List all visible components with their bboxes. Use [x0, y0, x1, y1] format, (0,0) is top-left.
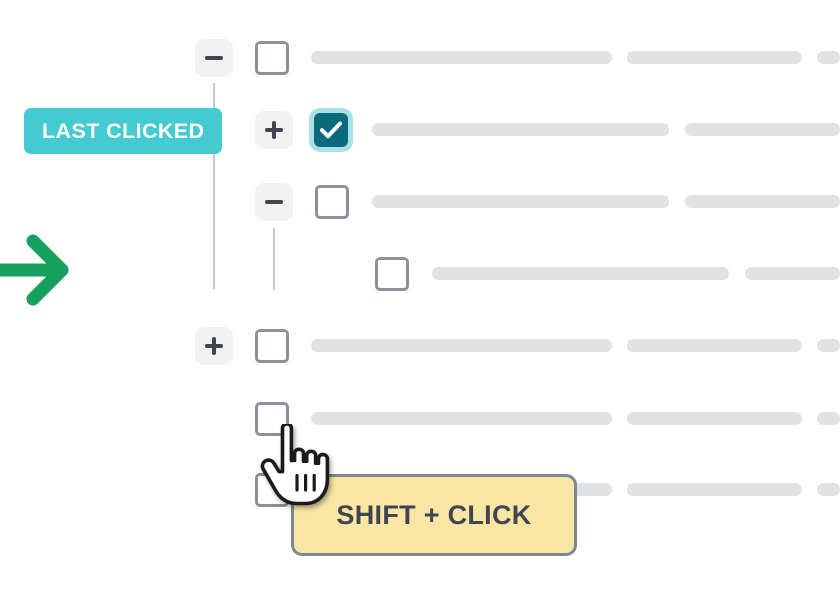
- placeholder-bar: [432, 267, 729, 280]
- collapse-toggle-icon[interactable]: [195, 39, 233, 77]
- placeholder-bar: [372, 195, 669, 208]
- placeholder-bar: [817, 412, 840, 425]
- placeholder-bar: [817, 483, 840, 496]
- row-checkbox-unchecked[interactable]: [255, 329, 289, 363]
- placeholder-bar: [627, 339, 802, 352]
- row-checkbox-unchecked[interactable]: [375, 257, 409, 291]
- last-clicked-badge: LAST CLICKED: [24, 108, 223, 154]
- placeholder-bar: [817, 339, 840, 352]
- pointing-hand-cursor: [258, 422, 336, 513]
- table-row: [0, 393, 840, 445]
- row-checkbox-unchecked[interactable]: [255, 41, 289, 75]
- placeholder-bar: [627, 483, 802, 496]
- row-checkbox-checked[interactable]: [309, 108, 353, 152]
- collapse-toggle-icon[interactable]: [255, 183, 293, 221]
- placeholder-bar: [817, 51, 840, 64]
- arrow-right-icon: [0, 228, 78, 317]
- expand-toggle-icon[interactable]: [255, 111, 293, 149]
- table-row: [0, 176, 840, 228]
- placeholder-bar: [685, 195, 840, 208]
- checkbox-fill: [314, 113, 348, 147]
- illustration-canvas: LAST CLICKED SHIFT + CLICK: [0, 0, 840, 596]
- table-row: [0, 320, 840, 372]
- plus-icon: [255, 111, 293, 149]
- row-checkbox-unchecked[interactable]: [315, 185, 349, 219]
- placeholder-bar: [311, 339, 612, 352]
- table-row: [0, 32, 840, 84]
- placeholder-bar: [311, 412, 612, 425]
- placeholder-bar: [627, 51, 802, 64]
- placeholder-bar: [685, 123, 840, 136]
- plus-icon: [195, 327, 233, 365]
- minus-icon: [255, 183, 293, 221]
- minus-icon: [195, 39, 233, 77]
- placeholder-bar: [745, 267, 840, 280]
- placeholder-bar: [311, 51, 612, 64]
- check-icon: [320, 121, 342, 139]
- placeholder-bar: [627, 412, 802, 425]
- table-row: [0, 248, 840, 300]
- placeholder-bar: [372, 123, 669, 136]
- expand-toggle-icon[interactable]: [195, 327, 233, 365]
